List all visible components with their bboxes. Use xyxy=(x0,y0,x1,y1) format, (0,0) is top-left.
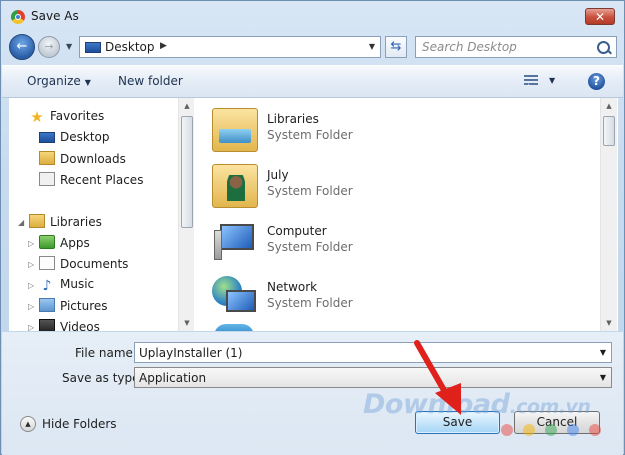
save-as-type-dropdown-icon[interactable]: ▼ xyxy=(600,373,606,382)
file-name-label: File name: xyxy=(75,346,137,360)
nav-item-apps[interactable]: Apps xyxy=(39,235,90,253)
apps-expand-icon[interactable]: ▷ xyxy=(28,239,34,248)
nav-item-libraries[interactable]: Libraries xyxy=(29,214,102,232)
file-item-network[interactable]: Network System Folder xyxy=(212,274,512,324)
navigation-pane: ★ Favorites Desktop Downloads Recent Plac… xyxy=(9,98,178,331)
navigation-bar: ← → ▼ Desktop ▶ ▼ ⇆ xyxy=(9,34,617,60)
address-location[interactable]: Desktop xyxy=(105,40,155,54)
scroll-down-icon[interactable]: ▼ xyxy=(601,315,617,331)
file-name: Network xyxy=(267,280,318,294)
file-list-scrollbar[interactable]: ▲ ▼ xyxy=(600,98,617,331)
watermark-dot xyxy=(545,424,557,436)
file-name: July xyxy=(267,168,289,182)
watermark-suffix: .com.vn xyxy=(509,396,591,418)
organize-menu[interactable]: Organize ▼ xyxy=(27,74,91,88)
file-list-pane: Libraries System Folder July System Fold… xyxy=(194,98,618,331)
scrollbar-thumb[interactable] xyxy=(181,116,193,228)
hide-folders-label: Hide Folders xyxy=(42,417,117,431)
music-library-icon: ♪ xyxy=(42,278,52,294)
navigation-pane-scrollbar[interactable]: ▲ ▼ xyxy=(178,98,195,331)
watermark-dot xyxy=(501,424,513,436)
nav-item-documents[interactable]: Documents xyxy=(39,256,128,274)
videos-expand-icon[interactable]: ▷ xyxy=(28,323,34,331)
scroll-down-icon[interactable]: ▼ xyxy=(179,315,195,331)
libraries-collapse-icon[interactable]: ◢ xyxy=(18,218,24,227)
recent-places-icon xyxy=(39,172,55,186)
file-item-july[interactable]: July System Folder xyxy=(212,162,512,212)
watermark-dot xyxy=(589,424,601,436)
search-input[interactable] xyxy=(422,40,592,54)
save-as-type-value: Application xyxy=(139,371,207,385)
nav-item-desktop[interactable]: Desktop xyxy=(39,130,110,148)
close-button[interactable]: ✕ xyxy=(585,8,615,25)
window-title: Save As xyxy=(31,9,79,23)
address-bar[interactable]: Desktop ▶ ▼ xyxy=(79,36,381,58)
nav-item-favorites[interactable]: ★ Favorites xyxy=(29,109,104,127)
change-view-icon[interactable] xyxy=(524,75,538,87)
address-dropdown-icon[interactable]: ▼ xyxy=(369,42,375,51)
file-name-dropdown-icon[interactable]: ▼ xyxy=(600,348,606,357)
command-toolbar: Organize ▼ New folder ▼ ? xyxy=(2,65,623,98)
organize-label: Organize xyxy=(27,74,81,88)
file-name: Computer xyxy=(267,224,327,238)
file-name-combobox[interactable]: ▼ xyxy=(134,342,612,363)
help-icon[interactable]: ? xyxy=(588,73,605,90)
file-type: System Folder xyxy=(267,296,353,310)
network-icon xyxy=(212,276,258,320)
back-button[interactable]: ← xyxy=(9,34,35,60)
file-type: System Folder xyxy=(267,128,353,142)
videos-library-icon xyxy=(39,319,55,331)
favorites-star-icon: ★ xyxy=(30,108,44,126)
documents-library-icon xyxy=(39,256,55,270)
new-folder-button[interactable]: New folder xyxy=(118,74,183,88)
computer-icon xyxy=(212,220,258,264)
nav-item-videos[interactable]: Videos xyxy=(39,319,100,331)
apps-library-icon xyxy=(39,235,55,249)
nav-item-pictures[interactable]: Pictures xyxy=(39,298,108,316)
partially-visible-item-icon[interactable] xyxy=(214,324,254,331)
recent-locations-dropdown-icon[interactable]: ▼ xyxy=(66,42,72,51)
chrome-icon xyxy=(11,10,25,24)
watermark-dots xyxy=(501,424,611,436)
search-box[interactable] xyxy=(415,36,617,58)
pictures-expand-icon[interactable]: ▷ xyxy=(28,302,34,311)
documents-expand-icon[interactable]: ▷ xyxy=(28,260,34,269)
watermark-dot xyxy=(567,424,579,436)
nav-item-recent-places[interactable]: Recent Places xyxy=(39,172,143,190)
scrollbar-thumb[interactable] xyxy=(603,116,615,146)
forward-button[interactable]: → xyxy=(38,36,60,58)
scroll-up-icon[interactable]: ▲ xyxy=(179,98,195,114)
file-name-input[interactable] xyxy=(139,345,594,360)
title-bar[interactable]: Save As ✕ xyxy=(1,1,624,31)
file-type: System Folder xyxy=(267,184,353,198)
annotation-arrow-icon xyxy=(414,340,461,415)
music-expand-icon[interactable]: ▷ xyxy=(28,281,34,290)
breadcrumb-chevron-icon[interactable]: ▶ xyxy=(160,41,167,51)
save-as-dialog: Save As ✕ ← → ▼ Desktop ▶ ▼ ⇆ Organize▼ … xyxy=(0,0,625,455)
save-as-type-select[interactable]: Application ▼ xyxy=(134,367,612,388)
nav-item-music[interactable]: ♪ Music xyxy=(39,277,95,295)
view-options-dropdown-icon[interactable]: ▼ xyxy=(549,76,555,85)
save-as-type-label: Save as type: xyxy=(62,371,144,385)
file-name: Libraries xyxy=(267,112,319,126)
scroll-up-icon[interactable]: ▲ xyxy=(601,98,617,114)
refresh-button[interactable]: ⇆ xyxy=(385,36,407,58)
watermark-dot xyxy=(523,424,535,436)
libraries-folder-icon xyxy=(212,108,258,152)
file-type: System Folder xyxy=(267,240,353,254)
collapse-up-icon: ▲ xyxy=(20,416,36,432)
arrow-head xyxy=(435,383,461,415)
download-watermark: Download.com.vn xyxy=(363,389,591,420)
nav-item-downloads[interactable]: Downloads xyxy=(39,151,126,169)
desktop-icon xyxy=(39,132,55,143)
file-item-computer[interactable]: Computer System Folder xyxy=(212,218,512,268)
desktop-location-icon xyxy=(85,42,101,53)
file-item-libraries[interactable]: Libraries System Folder xyxy=(212,106,512,156)
search-icon[interactable] xyxy=(597,41,610,54)
user-folder-icon xyxy=(212,164,258,208)
downloads-folder-icon xyxy=(39,151,55,165)
libraries-icon xyxy=(29,214,45,228)
organize-dropdown-icon: ▼ xyxy=(84,78,91,87)
pictures-library-icon xyxy=(39,298,55,312)
